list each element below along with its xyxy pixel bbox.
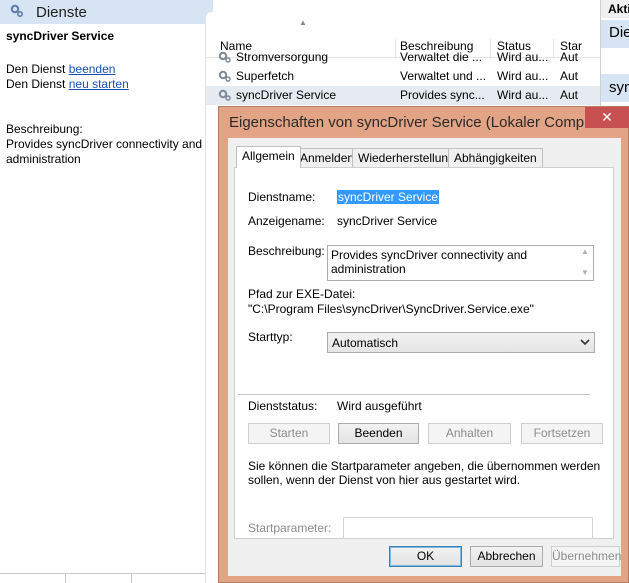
separator — [238, 394, 590, 395]
start-params-input[interactable] — [343, 517, 593, 539]
restart-service-link[interactable]: neu starten — [69, 77, 129, 91]
properties-dialog: Eigenschaften von syncDriver Service (Lo… — [218, 106, 629, 583]
row-description: Verwaltet und ... — [400, 69, 487, 83]
row-starttype: Aut — [560, 50, 579, 64]
scroll-up-icon[interactable]: ▲ — [581, 247, 589, 256]
ok-button[interactable]: OK — [389, 546, 462, 567]
cancel-button[interactable]: Abbrechen — [470, 546, 543, 567]
resume-service-button[interactable]: Fortsetzen — [521, 423, 603, 444]
description-scrollbar[interactable]: ▲ ▼ — [578, 246, 593, 280]
row-name: syncDriver Service — [236, 88, 337, 102]
service-name-value[interactable]: syncDriver Service — [337, 190, 440, 204]
exe-path-label: Pfad zur EXE-Datei: — [248, 287, 356, 301]
service-gear-icon — [218, 51, 231, 63]
description-field[interactable]: Provides syncDriver connectivity and adm… — [327, 245, 594, 281]
view-tab-standard[interactable] — [66, 574, 132, 583]
services-gear-icon — [10, 4, 24, 18]
tab-general[interactable]: Allgemein — [236, 146, 301, 168]
view-tabs — [0, 573, 213, 583]
row-description: Provides sync... — [400, 88, 485, 102]
restart-prefix: Den Dienst — [6, 77, 66, 91]
table-row[interactable]: Superfetch Verwaltet und ... Wird au... … — [206, 67, 601, 86]
general-tab-panel: Dienstname: syncDriver Service Anzeigena… — [234, 167, 614, 539]
row-starttype: Aut — [560, 88, 579, 102]
row-status: Wird au... — [497, 69, 549, 83]
start-params-info: Sie können die Startparameter angeben, d… — [248, 459, 601, 487]
start-type-label: Starttyp: — [248, 330, 293, 344]
row-starttype: Aut — [560, 69, 579, 83]
selected-service-name: syncDriver Service — [6, 29, 115, 43]
actions-header: Akti — [601, 0, 629, 18]
exe-path-value[interactable]: "C:\Program Files\syncDriver\SyncDriver.… — [248, 302, 534, 316]
chevron-down-icon — [580, 339, 590, 346]
close-button[interactable]: ✕ — [585, 107, 629, 128]
row-status: Wird au... — [497, 50, 549, 64]
tab-logon[interactable]: Anmelden — [294, 148, 361, 167]
start-type-select[interactable]: Automatisch — [327, 332, 595, 353]
row-name: Stromversorgung — [236, 50, 329, 64]
actions-item-services[interactable]: Die — [601, 20, 629, 48]
description-field-value: Provides syncDriver connectivity and adm… — [331, 248, 528, 276]
start-service-button[interactable]: Starten — [248, 423, 330, 444]
row-description: Verwaltet die ... — [400, 50, 483, 64]
service-gear-icon — [218, 70, 231, 82]
service-status-label: Dienststatus: — [248, 399, 318, 413]
restart-service-line: Den Dienst neu starten — [6, 77, 129, 91]
display-name-label: Anzeigename: — [248, 214, 325, 228]
services-header: Dienste — [0, 0, 213, 24]
stop-service-button[interactable]: Beenden — [338, 423, 419, 444]
scroll-down-icon[interactable]: ▼ — [581, 268, 589, 277]
dialog-title: Eigenschaften von syncDriver Service (Lo… — [229, 114, 589, 131]
service-status-value: Wird ausgeführt — [337, 399, 422, 413]
row-name: Superfetch — [236, 69, 295, 83]
details-pane: Dienste syncDriver Service Den Dienst be… — [0, 0, 213, 583]
service-name-label: Dienstname: — [248, 190, 316, 204]
tab-dependencies[interactable]: Abhängigkeiten — [448, 148, 543, 167]
actions-item-selected-service[interactable]: sync — [601, 74, 629, 102]
description-label: Beschreibung: — [6, 122, 83, 136]
row-status: Wird au... — [497, 88, 549, 102]
start-params-label: Startparameter: — [248, 521, 332, 535]
description-text: Provides syncDriver connectivity and adm… — [6, 137, 203, 166]
dialog-body: Allgemein Anmelden Wiederherstellung Abh… — [228, 138, 621, 576]
display-name-value[interactable]: syncDriver Service — [337, 214, 437, 228]
start-type-value: Automatisch — [332, 336, 399, 350]
table-row[interactable]: Stromversorgung Verwaltet die ... Wird a… — [206, 48, 601, 67]
view-tab-extended[interactable] — [0, 574, 66, 583]
service-gear-icon — [218, 89, 231, 101]
services-title: Dienste — [36, 4, 87, 21]
stop-service-link[interactable]: beenden — [69, 62, 116, 76]
pause-service-button[interactable]: Anhalten — [428, 423, 511, 444]
stop-service-line: Den Dienst beenden — [6, 62, 115, 76]
tab-recovery[interactable]: Wiederherstellung — [352, 148, 461, 167]
close-icon: ✕ — [601, 109, 613, 125]
table-row-selected[interactable]: syncDriver Service Provides sync... Wird… — [206, 86, 601, 105]
apply-button[interactable]: Übernehmen — [551, 546, 621, 567]
description-field-label: Beschreibung: — [248, 244, 325, 258]
stop-prefix: Den Dienst — [6, 62, 66, 76]
